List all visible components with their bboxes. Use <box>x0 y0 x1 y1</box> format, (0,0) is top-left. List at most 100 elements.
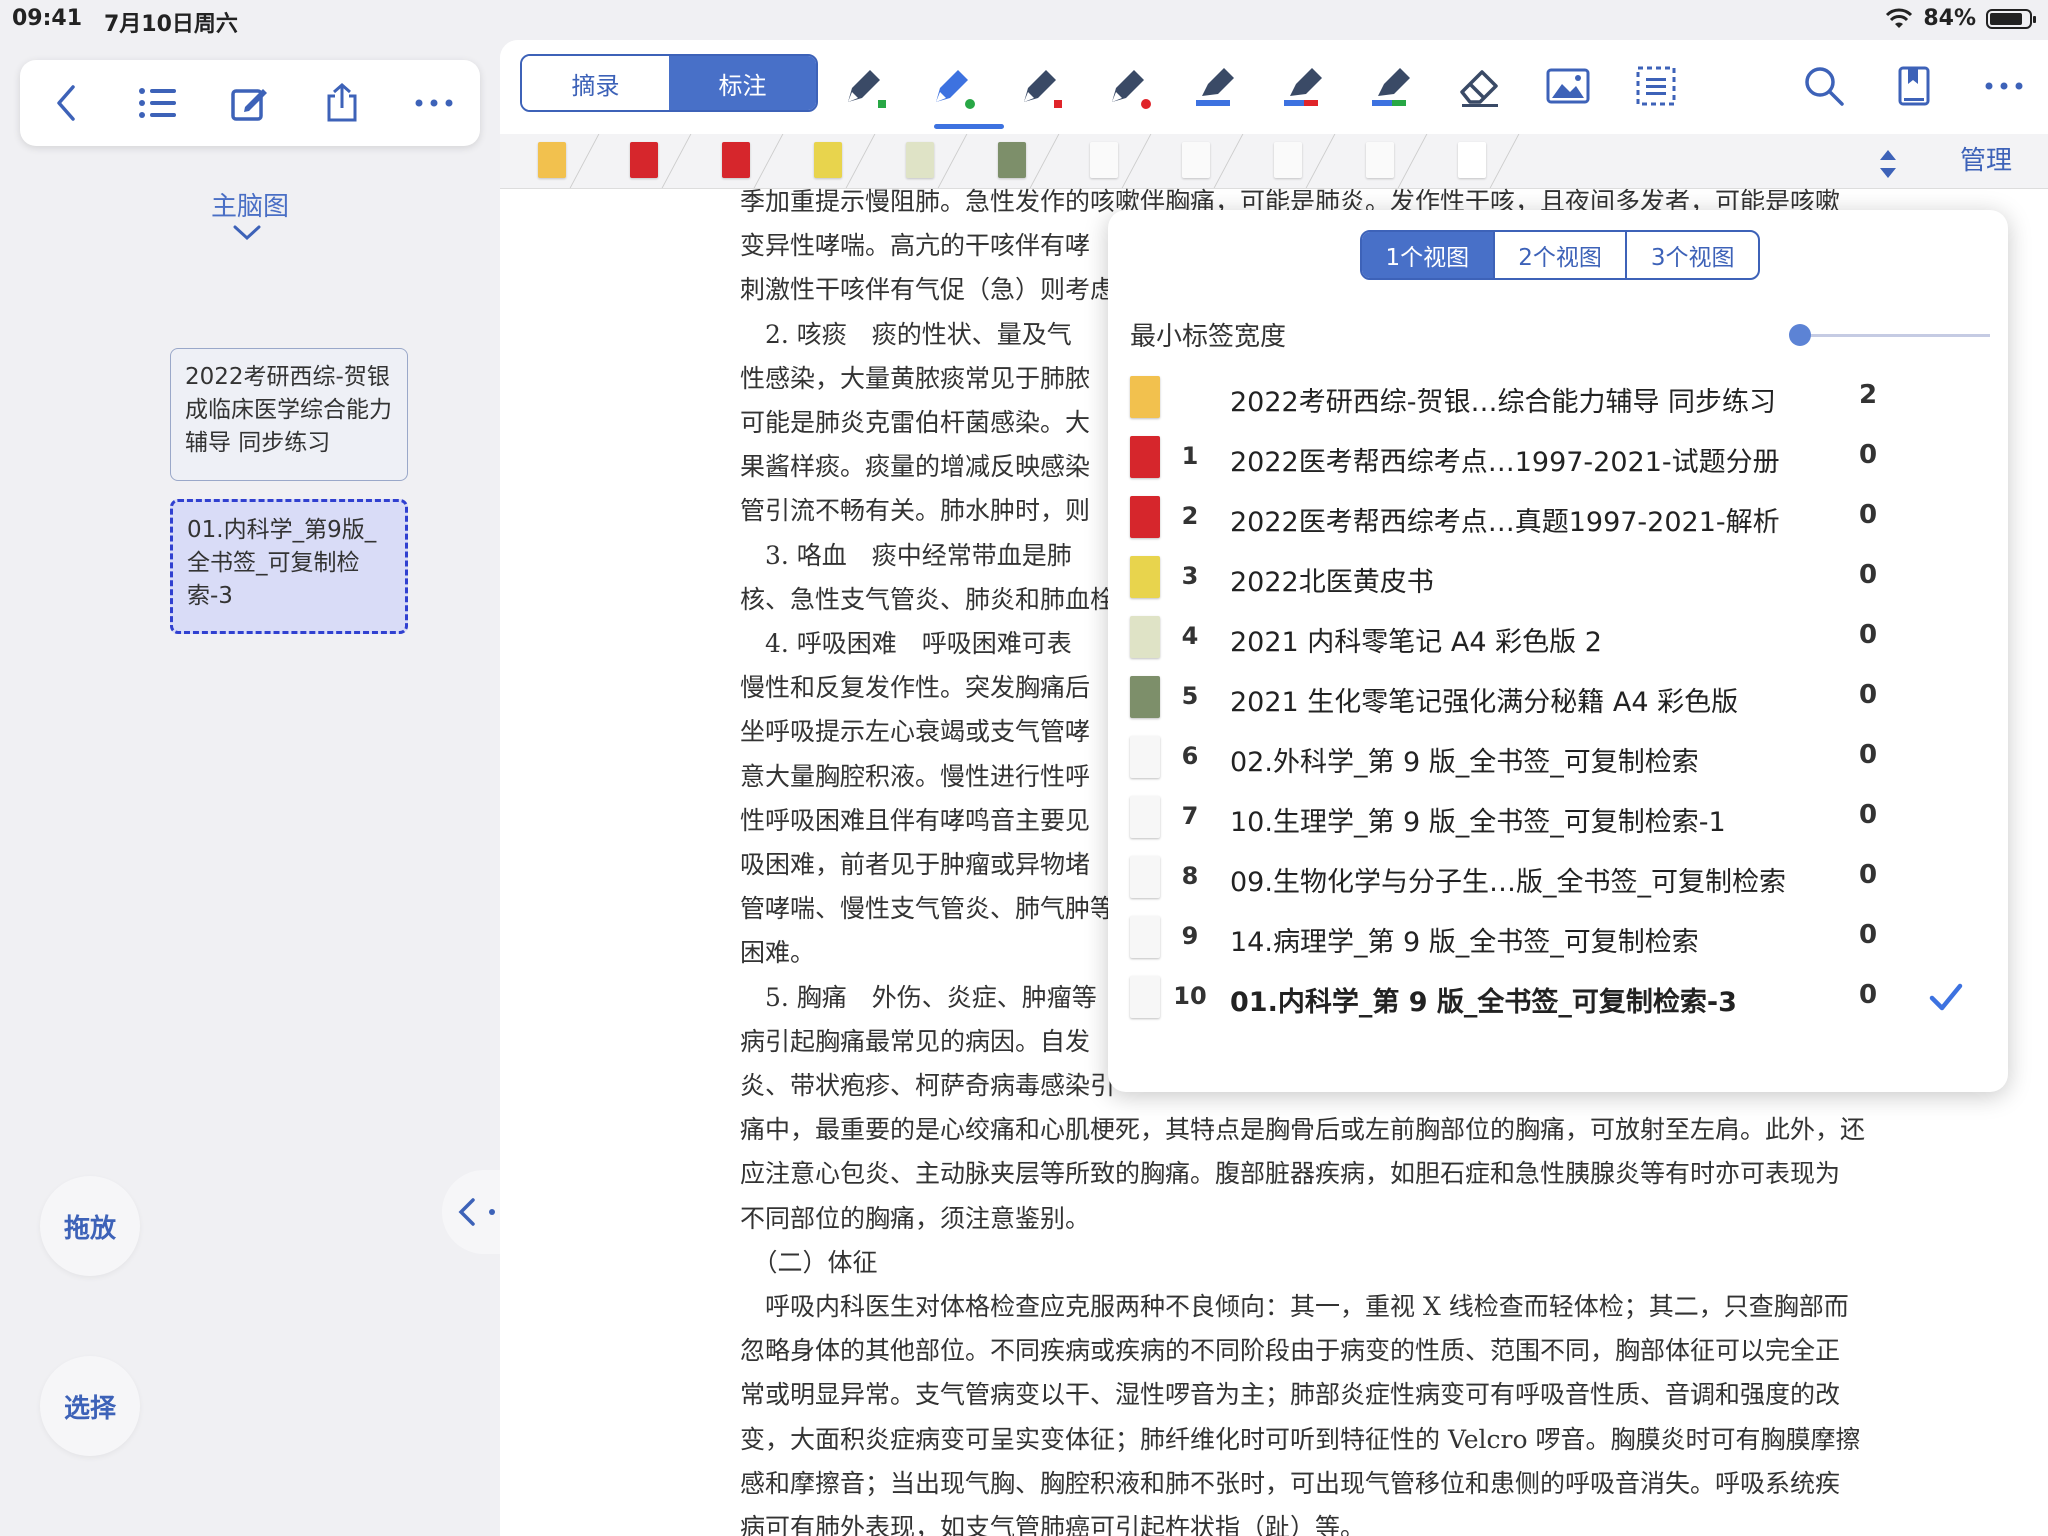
document-index: 3 <box>1181 562 1199 590</box>
document-list-row[interactable]: 6 02.外科学_第 9 版_全书签_可复制检索 0 <box>1108 730 2008 790</box>
mindmap-title[interactable]: 主脑图 <box>170 186 330 223</box>
status-time: 09:41 <box>12 6 83 31</box>
document-list-row[interactable]: 3 2022北医黄皮书 0 <box>1108 550 2008 610</box>
doc-tab[interactable] <box>906 142 934 178</box>
document-count: 0 <box>1858 740 1878 770</box>
doc-tab-active[interactable] <box>1458 142 1486 178</box>
document-thumbnail <box>1130 376 1160 418</box>
document-index: 8 <box>1181 862 1199 890</box>
pen-dark-icon[interactable] <box>1100 58 1156 114</box>
document-count: 0 <box>1858 680 1878 710</box>
document-name: 2022医考帮西综考点…真题1997-2021-解析 <box>1230 507 1780 538</box>
bookmark-icon[interactable] <box>1886 58 1942 114</box>
view-option-2[interactable]: 2个视图 <box>1495 232 1628 278</box>
doc-tab[interactable] <box>1090 142 1118 178</box>
document-thumbnail <box>1130 976 1160 1018</box>
sort-icon[interactable] <box>1876 146 1900 182</box>
document-count: 0 <box>1858 980 1878 1010</box>
document-name: 2021 内科零笔记 A4 彩色版 2 <box>1230 627 1602 658</box>
annotate-tab[interactable]: 标注 <box>669 56 816 110</box>
search-icon[interactable] <box>1796 58 1852 114</box>
status-bar: 09:41 7月10日周六 84% <box>0 0 2048 40</box>
doc-tab[interactable] <box>1366 142 1394 178</box>
document-thumbnail <box>1130 496 1160 538</box>
doc-line: 忽略身体的其他部位。不同疾病或疾病的不同阶段由于病变的性质、范围不同，胸部体征可… <box>740 1336 1841 1366</box>
document-index: 5 <box>1181 682 1199 710</box>
mindmap-node-selected[interactable]: 01.内科学_第9版_全书签_可复制检索-3 <box>170 499 408 634</box>
doc-tab[interactable] <box>814 142 842 178</box>
doc-tab[interactable] <box>998 142 1026 178</box>
doc-tab[interactable] <box>1182 142 1210 178</box>
view-option-3[interactable]: 3个视图 <box>1627 232 1758 278</box>
drag-button[interactable]: 拖放 <box>40 1176 140 1276</box>
status-right: 84% <box>1885 6 2036 31</box>
image-icon[interactable] <box>1540 58 1596 114</box>
document-list-row[interactable]: 8 09.生物化学与分子生…版_全书签_可复制检索 0 <box>1108 850 2008 910</box>
document-name: 10.生理学_第 9 版_全书签_可复制检索-1 <box>1230 807 1726 838</box>
manage-button[interactable]: 管理 <box>1960 140 2012 177</box>
mindmap-node[interactable]: 2022考研西综-贺银成临床医学综合能力辅导 同步练习 <box>170 348 408 481</box>
document-count: 0 <box>1858 860 1878 890</box>
doc-line: 病可有肺外表现，如支气管肺癌可引起杵状指（趾）等。 <box>740 1513 1366 1536</box>
share-icon[interactable] <box>318 79 366 127</box>
document-list-row[interactable]: 4 2021 内科零笔记 A4 彩色版 2 0 <box>1108 610 2008 670</box>
document-count: 0 <box>1858 560 1878 590</box>
document-count: 0 <box>1858 920 1878 950</box>
document-count: 0 <box>1858 620 1878 650</box>
pen-blue-icon[interactable] <box>924 58 980 114</box>
document-count: 2 <box>1858 380 1878 410</box>
slider-knob[interactable] <box>1789 324 1811 346</box>
battery-fill <box>1990 12 2022 25</box>
doc-line: 常或明显异常。支气管病变以干、湿性啰音为主；肺部炎症性病变可有呼吸音性质、音调和… <box>740 1380 1841 1410</box>
highlighter-red-icon[interactable] <box>1276 58 1332 114</box>
document-count: 0 <box>1858 800 1878 830</box>
list-icon[interactable] <box>134 79 182 127</box>
document-name: 01.内科学_第 9 版_全书签_可复制检索-3 <box>1230 987 1737 1018</box>
document-list-row[interactable]: 10 01.内科学_第 9 版_全书签_可复制检索-3 0 <box>1108 970 2008 1030</box>
more-icon[interactable] <box>1976 58 2032 114</box>
document-thumbnail <box>1130 436 1160 478</box>
document-count: 0 <box>1858 500 1878 530</box>
document-count: 0 <box>1858 440 1878 470</box>
select-button[interactable]: 选择 <box>40 1356 140 1456</box>
edit-icon[interactable] <box>226 79 274 127</box>
active-tool-indicator <box>934 124 1004 129</box>
excerpt-tab[interactable]: 摘录 <box>522 56 669 110</box>
pen-red-icon[interactable] <box>1012 58 1068 114</box>
battery-icon <box>1986 8 2036 29</box>
min-tab-width-slider[interactable] <box>1800 334 1990 337</box>
document-list-row[interactable]: 2022考研西综-贺银…综合能力辅导 同步练习 2 <box>1108 370 2008 430</box>
document-list-row[interactable]: 1 2022医考帮西综考点…1997-2021-试题分册 0 <box>1108 430 2008 490</box>
document-thumbnail <box>1130 556 1160 598</box>
more-icon[interactable] <box>410 79 458 127</box>
doc-tab[interactable] <box>630 142 658 178</box>
chevron-down-icon[interactable] <box>232 224 262 242</box>
select-area-icon[interactable] <box>1628 58 1684 114</box>
document-thumbnail <box>1130 916 1160 958</box>
checkmark-icon <box>1929 983 1963 1011</box>
doc-tab[interactable] <box>538 142 566 178</box>
tab-divider <box>569 134 600 188</box>
eraser-icon[interactable] <box>1452 58 1508 114</box>
document-name: 2022考研西综-贺银…综合能力辅导 同步练习 <box>1230 387 1777 418</box>
doc-tab[interactable] <box>722 142 750 178</box>
document-list-row[interactable]: 5 2021 生化零笔记强化满分秘籍 A4 彩色版 0 <box>1108 670 2008 730</box>
pen-black-icon[interactable] <box>836 58 892 114</box>
document-index: 2 <box>1181 502 1199 530</box>
doc-line: 应注意心包炎、主动脉夹层等所致的胸痛。腹部脏器疾病，如胆石症和急性胰腺炎等有时亦… <box>740 1159 1841 1189</box>
document-name: 2022医考帮西综考点…1997-2021-试题分册 <box>1230 447 1780 478</box>
document-name: 02.外科学_第 9 版_全书签_可复制检索 <box>1230 747 1699 778</box>
document-list-row[interactable]: 2 2022医考帮西综考点…真题1997-2021-解析 0 <box>1108 490 2008 550</box>
document-thumbnail <box>1130 676 1160 718</box>
doc-tab[interactable] <box>1274 142 1302 178</box>
document-list-row[interactable]: 7 10.生理学_第 9 版_全书签_可复制检索-1 0 <box>1108 790 2008 850</box>
document-index: 9 <box>1181 922 1199 950</box>
highlighter-green-icon[interactable] <box>1364 58 1420 114</box>
document-index: 7 <box>1181 802 1199 830</box>
view-option-1[interactable]: 1个视图 <box>1362 232 1495 278</box>
back-icon[interactable] <box>42 79 90 127</box>
document-list-row[interactable]: 9 14.病理学_第 9 版_全书签_可复制检索 0 <box>1108 910 2008 970</box>
highlighter-blue-icon[interactable] <box>1188 58 1244 114</box>
document-index: 4 <box>1181 622 1199 650</box>
mode-segment: 摘录 标注 <box>520 54 818 112</box>
